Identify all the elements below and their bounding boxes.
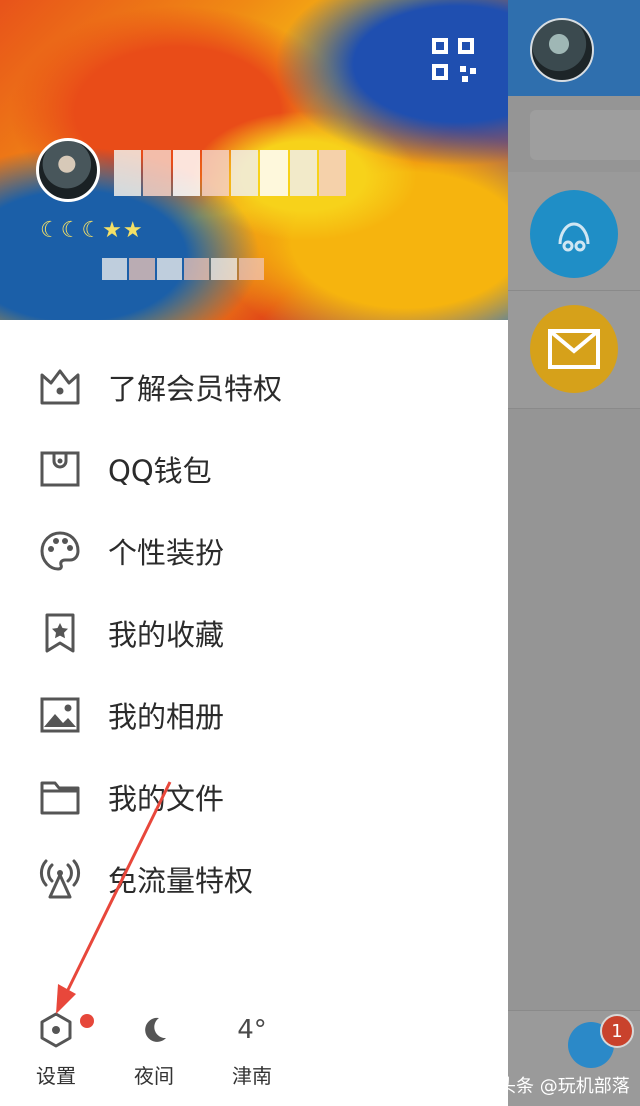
menu-item-wallet[interactable]: QQ钱包 <box>0 428 508 510</box>
signature-redacted[interactable] <box>102 258 264 280</box>
night-label: 夜间 <box>134 1064 174 1088</box>
settings-label: 设置 <box>36 1064 76 1088</box>
level-indicator[interactable]: ☾☾☾★★ <box>40 218 144 243</box>
bookmark-star-icon <box>38 611 82 655</box>
nickname-redacted[interactable] <box>114 150 346 196</box>
image-icon <box>38 693 82 737</box>
header-avatar[interactable] <box>530 18 594 82</box>
folder-icon <box>38 775 82 819</box>
menu-label: 我的收藏 <box>108 618 225 652</box>
watermark: 头条 @玩机部落6 <box>498 1076 630 1106</box>
contacts-icon[interactable] <box>530 190 618 278</box>
wallet-icon <box>38 447 82 491</box>
weather-temperature: 4° <box>237 1015 267 1045</box>
menu-label: 免流量特权 <box>108 864 254 898</box>
palette-icon <box>38 529 82 573</box>
menu-label: QQ钱包 <box>108 454 212 488</box>
divider <box>508 290 640 291</box>
drawer-header: ☾☾☾★★ <box>0 0 508 320</box>
profile-avatar[interactable] <box>36 138 100 202</box>
chat-header <box>508 0 640 96</box>
drawer-bottom-bar: 设置 夜间 4° 津南 <box>0 1000 508 1096</box>
mail-icon[interactable] <box>530 305 618 393</box>
menu-item-free-data[interactable]: 免流量特权 <box>0 838 508 920</box>
menu-item-vip[interactable]: 了解会员特权 <box>0 346 508 428</box>
menu-label: 我的文件 <box>108 782 225 816</box>
menu-label: 我的相册 <box>108 700 225 734</box>
settings-hexagon-icon <box>16 1006 96 1054</box>
divider <box>508 408 640 409</box>
menu-label: 了解会员特权 <box>108 372 283 406</box>
menu-item-files[interactable]: 我的文件 <box>0 756 508 838</box>
crown-icon <box>38 365 82 409</box>
weather-city: 津南 <box>232 1064 272 1088</box>
signal-tower-icon <box>38 857 82 901</box>
moon-icon <box>114 1006 194 1054</box>
side-drawer: ☾☾☾★★ 了解会员特权 QQ钱包 个性装扮 我的收藏 我的相册 我的文件 免流… <box>0 0 508 1106</box>
notification-dot <box>80 1014 94 1028</box>
drawer-menu: 了解会员特权 QQ钱包 个性装扮 我的收藏 我的相册 我的文件 免流量特权 <box>0 346 508 920</box>
menu-item-favorites[interactable]: 我的收藏 <box>0 592 508 674</box>
menu-item-theme[interactable]: 个性装扮 <box>0 510 508 592</box>
search-bar[interactable] <box>530 110 640 160</box>
qr-code-icon[interactable] <box>432 38 476 82</box>
menu-label: 个性装扮 <box>108 536 225 570</box>
notification-badge: 1 <box>600 1014 634 1048</box>
night-mode-button[interactable]: 夜间 <box>114 1006 194 1089</box>
background-chat-panel <box>508 0 640 1106</box>
menu-item-album[interactable]: 我的相册 <box>0 674 508 756</box>
weather-button[interactable]: 4° 津南 <box>212 1006 292 1089</box>
